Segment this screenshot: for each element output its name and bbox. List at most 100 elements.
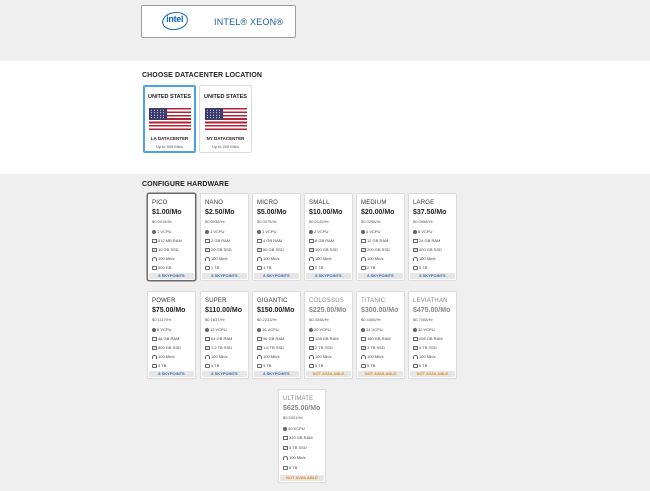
plan-price: $5.00/Mo	[257, 209, 287, 216]
cpu-icon	[413, 327, 417, 332]
plan-hourly: $0.4465/Hr	[361, 317, 381, 322]
plan-name: PICO	[152, 200, 168, 206]
spec-ssd: 800 GB SSD	[152, 345, 181, 351]
spec-bandwidth: 5 TB	[309, 363, 323, 369]
plan-price: $2.50/Mo	[205, 209, 235, 216]
spec-vcpu: 2 VCPU	[309, 229, 328, 235]
cpu-icon	[257, 229, 261, 234]
spec-ssd: 10 GB SSD	[152, 247, 179, 253]
network-icon	[361, 256, 366, 261]
datacenter-option-la[interactable]: UNITED STATES LA DATACENTER Up to 500 Mb…	[143, 85, 196, 153]
spec-vcpu: 24 VCPU	[361, 327, 383, 333]
plan-price: $300.00/Mo	[361, 307, 399, 314]
cpu-icon	[152, 327, 156, 332]
processor-label: INTEL® XEON®	[214, 17, 284, 27]
spec-bandwidth: 3 TB	[413, 265, 427, 271]
plan-not-available: NOT AVAILABLE	[358, 371, 403, 377]
plan-price: $625.00/Mo	[283, 405, 321, 412]
plan-not-available: NOT AVAILABLE	[410, 371, 455, 377]
plan-card-small[interactable]: SMALL $10.00/Mo $0.0149/Hr 2 VCPU 8 GB R…	[304, 193, 353, 281]
datacenter-name: LA DATACENTER	[150, 136, 189, 141]
plan-skypoints: 8 SKYPOINTS	[306, 273, 351, 279]
datacenter-name: NY DATACENTER	[206, 136, 245, 141]
bandwidth-icon	[413, 363, 418, 368]
network-icon	[361, 354, 366, 359]
datacenter-option-ny[interactable]: UNITED STATES NY DATACENTER Up to 200 Mb…	[199, 85, 252, 153]
ssd-icon	[361, 345, 366, 350]
spec-ssd: 20 GB SSD	[205, 247, 232, 253]
spec-vcpu: 8 VCPU	[152, 327, 171, 333]
plan-hourly: $0.2233/Hr	[257, 317, 277, 322]
spec-bandwidth: 1 TB	[205, 265, 219, 271]
spec-network: 100 Mb/s	[257, 256, 279, 262]
plan-card-power[interactable]: POWER $75.00/Mo $0.1117/Hr 8 VCPU 48 GB …	[147, 291, 196, 379]
spec-vcpu: 32 VCPU	[413, 327, 435, 333]
bandwidth-icon	[309, 265, 314, 270]
plan-hourly: $0.0015/Hr	[152, 219, 172, 224]
ssd-icon	[205, 247, 210, 252]
datacenter-band	[0, 61, 650, 174]
plan-price: $475.00/Mo	[413, 307, 451, 314]
spec-network: 100 Mb/s	[205, 354, 227, 360]
ssd-icon	[413, 345, 418, 350]
plan-name: SUPER	[205, 298, 227, 304]
bandwidth-icon	[257, 265, 262, 270]
plan-card-leviathan[interactable]: LEVIATHAN $475.00/Mo $0.7068/Hr 32 VCPU …	[408, 291, 457, 379]
spec-ram: 96 GB RAM	[257, 336, 284, 342]
spec-ssd: 1.6 TB SSD	[257, 345, 284, 351]
bandwidth-icon	[205, 265, 210, 270]
bandwidth-icon	[361, 363, 366, 368]
datacenter-section-title: CHOOSE DATACENTER LOCATION	[142, 72, 263, 79]
processor-option-intel-xeon[interactable]: intel INTEL® XEON®	[141, 5, 296, 38]
plan-hourly: $0.3348/Hr	[309, 317, 329, 322]
spec-network: 100 Mb/s	[361, 256, 383, 262]
plan-card-colossus[interactable]: COLOSSUS $225.00/Mo $0.3348/Hr 20 VCPU 1…	[304, 291, 353, 379]
ssd-icon	[152, 345, 157, 350]
ram-icon	[283, 435, 288, 440]
network-icon	[257, 256, 262, 261]
ram-icon	[413, 336, 418, 341]
spec-ram: 128 GB RAM	[309, 336, 339, 342]
plan-card-gigantic[interactable]: GIGANTIC $150.00/Mo $0.2233/Hr 16 VCPU 9…	[252, 291, 301, 379]
plan-name: LARGE	[413, 200, 435, 206]
plan-price: $37.50/Mo	[413, 209, 447, 216]
spec-ssd: 100 GB SSD	[309, 247, 338, 253]
ram-icon	[152, 238, 157, 243]
ram-icon	[309, 238, 314, 243]
plan-name: MEDIUM	[361, 200, 387, 206]
plan-hourly: $0.1117/Hr	[152, 317, 172, 322]
cpu-icon	[205, 327, 209, 332]
plan-card-ultimate[interactable]: ULTIMATE $625.00/Mo $0.9301/Hr 40 VCPU 3…	[278, 389, 326, 483]
plan-card-large[interactable]: LARGE $37.50/Mo $0.0558/Hr 8 VCPU 24 GB …	[408, 193, 457, 281]
plan-hourly: $0.0075/Hr	[257, 219, 277, 224]
plan-card-super[interactable]: SUPER $110.00/Mo $0.1637/Hr 12 VCPU 64 G…	[200, 291, 249, 379]
ram-icon	[413, 238, 418, 243]
plan-card-nano[interactable]: NANO $2.50/Mo $0.0038/Hr 1 VCPU 2 GB RAM…	[200, 193, 249, 281]
plan-card-pico[interactable]: PICO $1.00/Mo $0.0015/Hr 1 VCPU 512 MB R…	[147, 193, 196, 281]
plan-name: MICRO	[257, 200, 278, 206]
plan-skypoints: 8 SKYPOINTS	[149, 371, 194, 377]
plan-price: $75.00/Mo	[152, 307, 186, 314]
cpu-icon	[309, 327, 313, 332]
plan-card-titanic[interactable]: TITANIC $300.00/Mo $0.4465/Hr 24 VCPU 16…	[356, 291, 405, 379]
plan-card-micro[interactable]: MICRO $5.00/Mo $0.0075/Hr 1 VCPU 4 GB RA…	[252, 193, 301, 281]
ssd-icon	[152, 247, 157, 252]
plan-name: TITANIC	[361, 298, 386, 304]
spec-vcpu: 40 VCPU	[283, 426, 305, 432]
plan-name: POWER	[152, 298, 176, 304]
plan-hourly: $0.0149/Hr	[309, 219, 329, 224]
plan-skypoints: 8 SKYPOINTS	[410, 273, 455, 279]
spec-bandwidth: 4 TB	[205, 363, 219, 369]
bandwidth-icon	[413, 265, 418, 270]
spec-ram: 4 GB RAM	[257, 238, 282, 244]
spec-bandwidth: 4 TB	[257, 363, 271, 369]
network-icon	[413, 256, 418, 261]
ssd-icon	[205, 345, 210, 350]
spec-ram: 24 GB RAM	[413, 238, 440, 244]
network-icon	[152, 256, 157, 261]
spec-vcpu: 16 VCPU	[257, 327, 279, 333]
datacenter-speed: Up to 500 Mb/s	[155, 144, 184, 149]
plan-name: COLOSSUS	[309, 298, 344, 304]
cpu-icon	[205, 229, 209, 234]
plan-card-medium[interactable]: MEDIUM $20.00/Mo $0.0298/Hr 4 VCPU 12 GB…	[356, 193, 405, 281]
